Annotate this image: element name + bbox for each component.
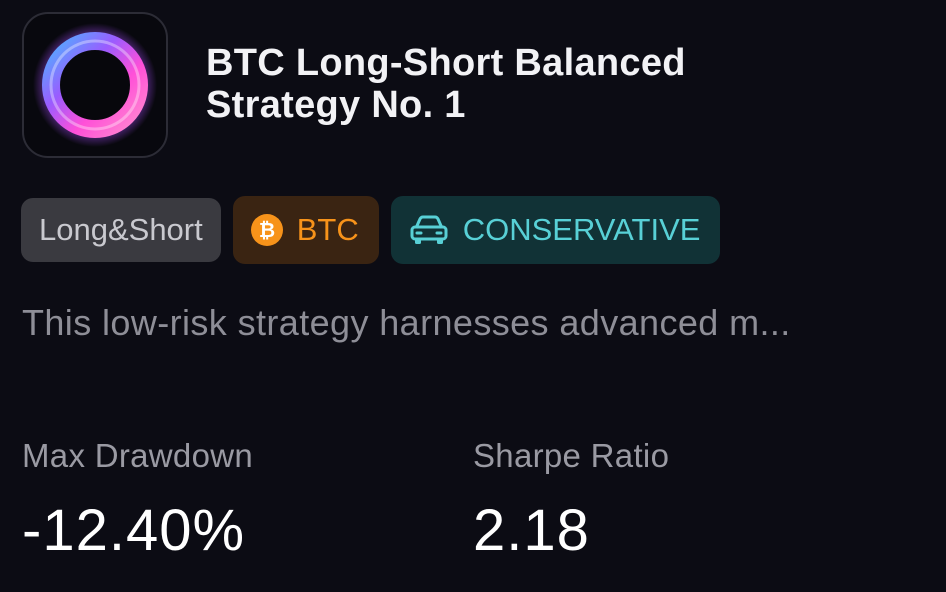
car-icon	[409, 214, 449, 246]
metric-sharpe-ratio-label: Sharpe Ratio	[473, 437, 670, 474]
bitcoin-icon: ₿	[250, 214, 283, 246]
strategy-title: BTC Long-Short Balanced Strategy No. 1	[206, 42, 906, 126]
tag-strategy-type-label: Long&Short	[39, 212, 203, 247]
svg-text:₿: ₿	[259, 218, 275, 242]
strategy-logo	[22, 12, 168, 158]
tag-risk-level: CONSERVATIVE	[390, 196, 721, 264]
strategy-card[interactable]: BTC Long-Short Balanced Strategy No. 1 L…	[0, 0, 946, 592]
tag-coin-label: BTC	[296, 212, 359, 247]
metric-sharpe-ratio-value: 2.18	[473, 498, 590, 563]
tag-row: Long&Short ₿ BTC CONSERVATIVE	[21, 196, 721, 264]
tag-strategy-type: Long&Short	[21, 198, 221, 262]
glowing-ring-icon	[33, 23, 157, 147]
strategy-title-line-1: BTC Long-Short Balanced	[206, 42, 686, 84]
metric-max-drawdown-value: -12.40%	[22, 498, 246, 563]
strategy-description: This low-risk strategy harnesses advance…	[22, 302, 791, 343]
metric-max-drawdown-label: Max Drawdown	[22, 437, 254, 474]
strategy-title-line-2: Strategy No. 1	[206, 84, 466, 126]
tag-coin: ₿ BTC	[232, 196, 379, 264]
metric-max-drawdown: Max Drawdown -12.40%	[22, 436, 253, 564]
metric-sharpe-ratio: Sharpe Ratio 2.18	[473, 436, 669, 564]
tag-risk-level-label: CONSERVATIVE	[462, 212, 701, 247]
